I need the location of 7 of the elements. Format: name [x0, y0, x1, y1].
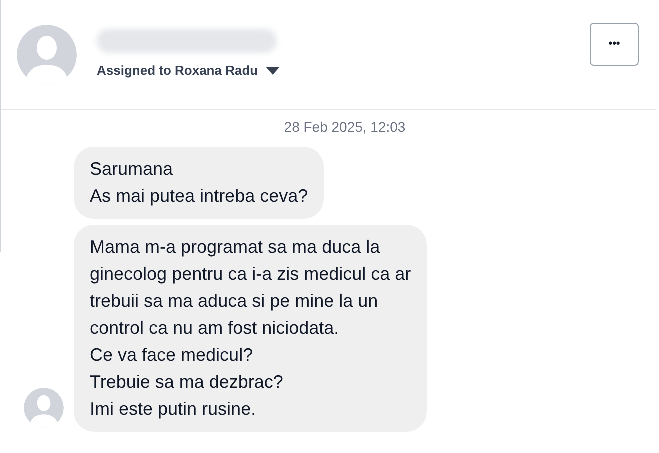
- assignee-label: Assigned to Roxana Radu: [97, 62, 258, 80]
- message-bubble: Mama m-a programat sa ma duca la ginecolog pentru ca i-a zis medicul ca ar trebuii sa ma aduca si pe mine la un control ca nu am fost niciodata. Ce va face medicul? Trebuie sa ma dezbrac? Imi este putin rusine.: [74, 225, 428, 432]
- avatar-icon: [17, 24, 77, 84]
- message-bubble: Sarumana As mai putea intreba ceva?: [74, 147, 324, 219]
- more-options-button[interactable]: •••: [590, 23, 639, 66]
- message-timestamp: 28 Feb 2025, 12:03: [283, 118, 407, 137]
- caret-icon[interactable]: [266, 66, 280, 74]
